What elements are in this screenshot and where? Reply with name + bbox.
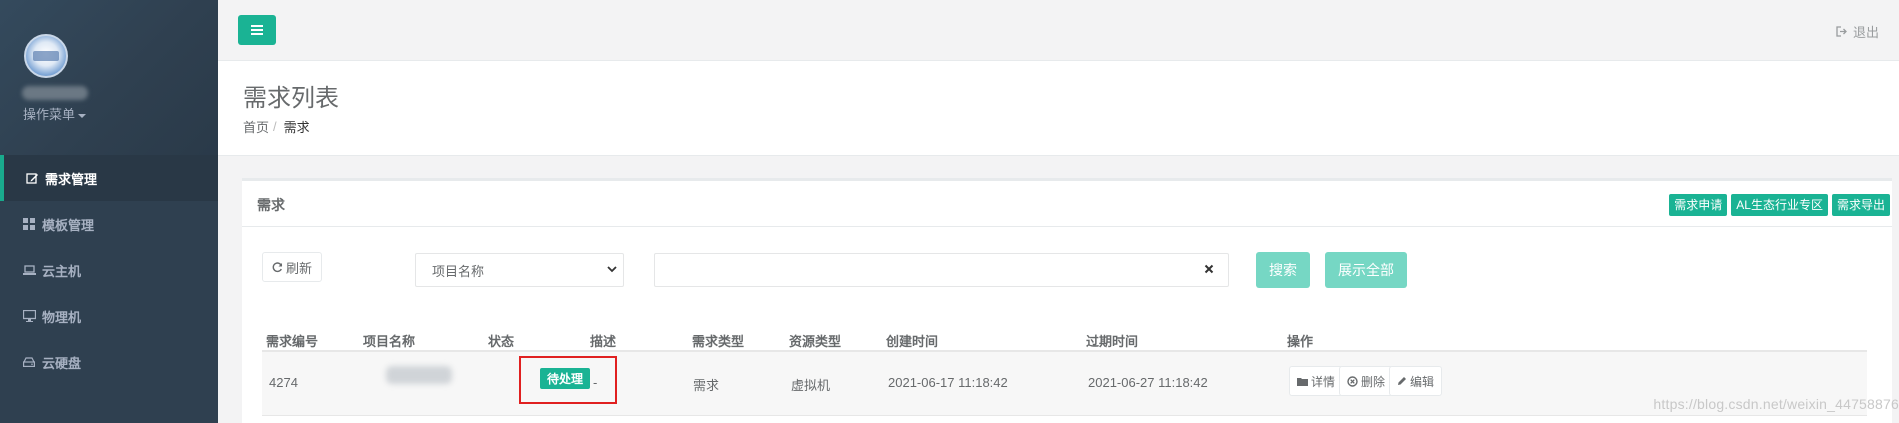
sidebar-item-cloud-disk[interactable]: 云硬盘 <box>0 339 218 385</box>
sidebar-item-label: 云硬盘 <box>42 355 82 371</box>
demand-table: 需求编号 项目名称 状态 描述 需求类型 资源类型 创建时间 过期时间 操作 4… <box>262 324 1867 416</box>
cell-expire-time: 2021-06-27 11:18:42 <box>1088 375 1208 390</box>
cell-demand-type: 需求 <box>693 378 720 393</box>
table-row[interactable]: 4274 待处理 - 需求 虚拟机 2021-06-17 11:18:42 20… <box>262 352 1867 416</box>
pencil-icon <box>1398 377 1406 385</box>
demand-apply-button[interactable]: 需求申请 <box>1669 194 1728 216</box>
caret-down-icon <box>78 113 87 118</box>
desktop-icon <box>22 309 36 323</box>
filter-toolbar: 刷新 项目名称 搜索 展示全部 <box>242 252 1892 292</box>
sidebar-item-label: 物理机 <box>42 309 82 325</box>
grid-icon <box>22 217 36 231</box>
sidebar-item-label: 需求管理 <box>45 171 98 187</box>
show-all-button[interactable]: 展示全部 <box>1325 252 1407 288</box>
demand-export-button[interactable]: 需求导出 <box>1831 194 1890 216</box>
delete-label: 删除 <box>1361 374 1386 389</box>
username-redacted <box>22 86 88 100</box>
folder-icon <box>1297 377 1308 386</box>
top-navbar: 退出 <box>218 0 1899 61</box>
sidebar: 操作菜单 需求管理 模板管理 云主机 物理机 云硬盘 <box>0 0 218 423</box>
col-created-time[interactable]: 创建时间 <box>886 331 938 350</box>
col-demand-type[interactable]: 需求类型 <box>692 331 744 350</box>
sidebar-item-physical[interactable]: 物理机 <box>0 293 218 339</box>
col-status[interactable]: 状态 <box>488 331 514 350</box>
cell-resource-type: 虚拟机 <box>791 378 831 393</box>
search-input[interactable] <box>654 253 1229 287</box>
edit-label: 编辑 <box>1410 374 1435 389</box>
select-value: 项目名称 <box>432 263 485 279</box>
panel-title: 需求 <box>257 197 285 213</box>
avatar[interactable] <box>24 34 68 78</box>
col-actions: 操作 <box>1287 334 1314 349</box>
sidebar-item-template[interactable]: 模板管理 <box>0 201 218 247</box>
breadcrumb: 首页 / 需求 <box>243 117 310 136</box>
clear-icon[interactable] <box>1204 264 1214 274</box>
cell-created-time: 2021-06-17 11:18:42 <box>888 375 1008 390</box>
logout-link[interactable]: 退出 <box>1836 22 1879 41</box>
sidebar-item-cloud-host[interactable]: 云主机 <box>0 247 218 293</box>
table-header: 需求编号 项目名称 状态 描述 需求类型 资源类型 创建时间 过期时间 操作 <box>262 324 1867 352</box>
ops-menu-label: 操作菜单 <box>23 107 76 122</box>
cell-description: - <box>593 375 598 390</box>
breadcrumb-separator: / <box>273 119 277 134</box>
al-industry-zone-button[interactable]: AL生态行业专区 <box>1731 194 1828 216</box>
menu-toggle-button[interactable] <box>238 15 276 45</box>
profile-area: 操作菜单 <box>0 0 218 155</box>
edit-button[interactable]: 编辑 <box>1389 366 1443 396</box>
col-demand-id[interactable]: 需求编号 <box>266 331 318 350</box>
delete-button[interactable]: 删除 <box>1339 366 1394 396</box>
col-project-name[interactable]: 项目名称 <box>363 331 415 350</box>
times-circle-icon <box>1347 375 1358 387</box>
page-heading: 需求列表 首页 / 需求 <box>218 61 1899 156</box>
hdd-icon <box>22 355 36 369</box>
demand-panel: 需求 需求申请 AL生态行业专区 需求导出 刷新 项目名称 搜索 展示全部 需求… <box>242 178 1892 423</box>
cell-project-name-redacted <box>386 366 452 384</box>
col-resource-type[interactable]: 资源类型 <box>789 331 841 350</box>
watermark: https://blog.csdn.net/weixin_44758876 <box>1653 396 1899 412</box>
search-field-select[interactable]: 项目名称 <box>415 253 624 287</box>
laptop-icon <box>22 263 36 277</box>
sign-out-icon <box>1836 26 1847 37</box>
sidebar-item-label: 模板管理 <box>42 217 95 233</box>
sidebar-item-demand[interactable]: 需求管理 <box>0 155 218 201</box>
edit-icon <box>25 171 39 185</box>
breadcrumb-current: 需求 <box>283 120 310 135</box>
search-button[interactable]: 搜索 <box>1256 252 1310 288</box>
panel-tools: 需求申请 AL生态行业专区 需求导出 <box>1669 194 1890 216</box>
cell-demand-id: 4274 <box>269 375 298 390</box>
detail-label: 详情 <box>1311 374 1336 389</box>
col-description[interactable]: 描述 <box>590 331 616 350</box>
refresh-button[interactable]: 刷新 <box>262 252 322 282</box>
refresh-label: 刷新 <box>285 260 312 276</box>
sidebar-item-label: 云主机 <box>42 263 82 279</box>
detail-button[interactable]: 详情 <box>1289 366 1344 396</box>
panel-header: 需求 需求申请 AL生态行业专区 需求导出 <box>242 181 1892 227</box>
ops-menu-dropdown[interactable]: 操作菜单 <box>23 104 87 123</box>
logout-label: 退出 <box>1852 25 1879 40</box>
breadcrumb-home[interactable]: 首页 <box>243 117 269 136</box>
hamburger-icon <box>251 25 263 35</box>
col-expire-time[interactable]: 过期时间 <box>1086 331 1138 350</box>
refresh-icon <box>272 261 283 272</box>
status-badge: 待处理 <box>540 368 591 389</box>
chevron-down-icon <box>607 266 617 273</box>
page-title: 需求列表 <box>243 85 339 112</box>
